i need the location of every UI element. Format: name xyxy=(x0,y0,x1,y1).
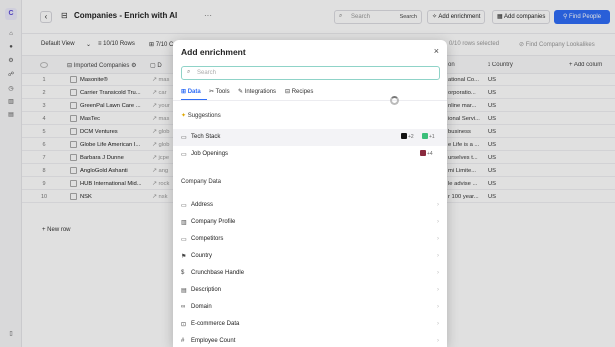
building-icon: ▥ xyxy=(181,220,187,226)
tab-recipes[interactable]: ⊟ Recipes xyxy=(285,88,313,95)
data-item-label: Domain xyxy=(191,304,212,310)
data-item-crunchbase-handle[interactable]: $ Crunchbase Handle › xyxy=(173,265,447,282)
suggestion-tech-stack[interactable]: ▭ Tech Stack +2 +1 xyxy=(173,129,447,146)
provider-badge: +2 xyxy=(401,133,414,140)
people-icon: # xyxy=(181,338,185,344)
tab-recipes-label: Recipes xyxy=(291,89,314,95)
data-item-label: Address xyxy=(191,202,214,208)
close-icon[interactable]: × xyxy=(434,46,439,56)
enrichment-search-placeholder: Search xyxy=(197,70,217,76)
sparkle-icon: ✦ xyxy=(181,113,187,119)
data-item-description[interactable]: ▤ Description › xyxy=(173,282,447,299)
data-item-employee-count[interactable]: # Employee Count › xyxy=(173,333,447,347)
provider-logo-icon xyxy=(401,133,407,139)
data-item-company-profile[interactable]: ▥ Company Profile › xyxy=(173,214,447,231)
briefcase-icon: ▭ xyxy=(181,152,187,158)
tab-data-label: Data xyxy=(187,89,201,95)
loading-spinner-icon xyxy=(390,96,399,105)
chevron-right-icon: › xyxy=(437,321,439,327)
provider-count: +4 xyxy=(427,151,433,157)
company-data-heading: Company Data xyxy=(181,179,222,185)
data-item-ecommerce-data[interactable]: ⊡ E-commerce Data › xyxy=(173,316,447,333)
suggestion-job-openings[interactable]: ▭ Job Openings +4 xyxy=(173,146,447,163)
provider-logo-icon xyxy=(422,133,428,139)
data-item-label: Competitors xyxy=(191,236,224,242)
provider-logo-icon xyxy=(420,150,426,156)
search-icon: ⌕ xyxy=(187,69,191,75)
data-item-competitors[interactable]: ▭ Competitors › xyxy=(173,231,447,248)
enrichment-search-input[interactable]: ⌕ Search xyxy=(181,66,440,80)
chevron-right-icon: › xyxy=(437,236,439,242)
chevron-right-icon: › xyxy=(437,287,439,293)
suggestions-title: Suggestions xyxy=(187,113,221,119)
suggestions-heading: ✦ Suggestions xyxy=(181,112,221,119)
modal-title: Add enrichment xyxy=(181,47,246,57)
document-icon: ▤ xyxy=(181,288,187,294)
data-item-label: Country xyxy=(191,253,213,259)
chevron-right-icon: › xyxy=(437,202,439,208)
tab-tools[interactable]: ✂ Tools xyxy=(209,88,230,95)
dollar-icon: $ xyxy=(181,270,185,276)
link-icon: ∞ xyxy=(181,304,186,310)
data-item-address[interactable]: ▭ Address › xyxy=(173,197,447,214)
chevron-right-icon: › xyxy=(437,219,439,225)
data-item-domain[interactable]: ∞ Domain › xyxy=(173,299,447,316)
data-item-label: Crunchbase Handle xyxy=(191,270,245,276)
code-icon: ▭ xyxy=(181,135,187,141)
provider-badge: +4 xyxy=(420,150,433,157)
tab-integrations-label: Integrations xyxy=(244,89,277,95)
data-item-country[interactable]: ⚑ Country › xyxy=(173,248,447,265)
suggestion-label: Tech Stack xyxy=(191,134,221,140)
provider-count: +1 xyxy=(429,134,435,140)
provider-count: +2 xyxy=(408,134,414,140)
chevron-right-icon: › xyxy=(437,253,439,259)
tab-tools-label: Tools xyxy=(215,89,230,95)
address-icon: ▭ xyxy=(181,203,187,209)
data-item-label: Description xyxy=(191,287,222,293)
suggestion-label: Job Openings xyxy=(191,151,229,157)
chevron-right-icon: › xyxy=(437,338,439,344)
chevron-right-icon: › xyxy=(437,304,439,310)
competitors-icon: ▭ xyxy=(181,237,187,243)
data-item-label: Employee Count xyxy=(191,338,236,344)
provider-badge: +1 xyxy=(422,133,435,140)
data-item-label: E-commerce Data xyxy=(191,321,240,327)
data-item-label: Company Profile xyxy=(191,219,236,225)
cart-icon: ⊡ xyxy=(181,322,187,328)
flag-icon: ⚑ xyxy=(181,254,187,260)
add-enrichment-modal: Add enrichment × ⌕ Search ⊞ Data ✂ Tools… xyxy=(173,40,447,347)
chevron-right-icon: › xyxy=(437,270,439,276)
tab-integrations[interactable]: ✎ Integrations xyxy=(238,88,276,95)
tab-data[interactable]: ⊞ Data xyxy=(181,88,201,95)
tabs-divider xyxy=(173,100,447,101)
